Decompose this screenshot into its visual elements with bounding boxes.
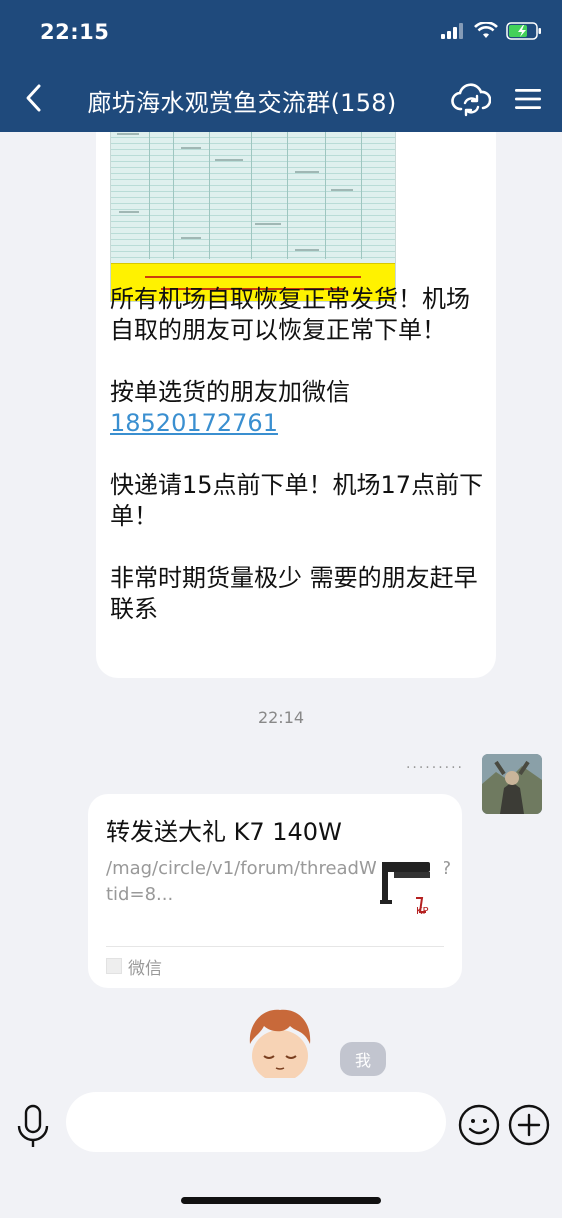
wechat-source-icon xyxy=(106,958,122,974)
link-card-title: 转发送大礼 K7 140W xyxy=(106,818,342,846)
phone-number-link[interactable]: 18520172761 xyxy=(110,409,278,437)
message-paragraph: 所有机场自取恢复正常发货！机场自取的朋友可以恢复正常下单！ xyxy=(110,285,470,344)
link-card-description: /mag/circle/v1/forum/threadWapPage?tid=8… xyxy=(106,858,452,905)
avatar[interactable] xyxy=(482,754,542,814)
incoming-message-text: 所有机场自取恢复正常发货！机场自取的朋友可以恢复正常下单！ 按单选货的朋友加微信… xyxy=(110,284,490,656)
hamburger-menu-icon xyxy=(515,89,541,109)
voice-input-button[interactable] xyxy=(14,1104,52,1150)
message-timestamp: 22:14 xyxy=(257,708,305,727)
home-indicator xyxy=(181,1197,381,1204)
cartoon-boy-sticker xyxy=(249,1009,311,1078)
sender-name: ········· xyxy=(405,760,464,776)
wifi-icon xyxy=(474,22,498,38)
chevron-left-icon xyxy=(26,84,41,112)
sticker-avatar[interactable] xyxy=(240,1004,320,1078)
menu-button[interactable] xyxy=(510,80,546,118)
link-card-divider xyxy=(106,946,444,947)
nav-bar: 廊坊海水观赏鱼交流群(158) xyxy=(0,66,562,132)
status-icons xyxy=(440,22,542,40)
message-line: 按单选货的朋友加微信 xyxy=(110,378,350,406)
link-card-thumbnail: KP xyxy=(376,856,444,928)
chat-title-name: 廊坊海水观赏鱼交流群 xyxy=(87,89,331,117)
microphone-icon xyxy=(17,1104,49,1147)
incoming-message-bubble[interactable]: 所有机场自取恢复正常发货！机场自取的朋友可以恢复正常下单！ 按单选货的朋友加微信… xyxy=(96,132,496,678)
product-lamp-image: KP xyxy=(380,862,430,917)
message-paragraph: 按单选货的朋友加微信 18520172761 xyxy=(110,377,490,439)
input-bar xyxy=(0,1078,562,1218)
cloud-sync-button[interactable] xyxy=(450,80,492,120)
emoji-button[interactable] xyxy=(458,1104,500,1146)
plus-circle-icon xyxy=(508,1104,550,1146)
chat-area[interactable]: 所有机场自取恢复正常发货！机场自取的朋友可以恢复正常下单！ 按单选货的朋友加微信… xyxy=(0,132,562,1078)
shipping-table-image[interactable] xyxy=(110,132,396,302)
status-time: 22:15 xyxy=(40,20,110,44)
signal-icon xyxy=(441,23,463,39)
more-actions-button[interactable] xyxy=(508,1104,550,1146)
avatar-image xyxy=(482,754,542,814)
battery-icon xyxy=(506,22,541,40)
cloud-sync-icon xyxy=(451,83,491,117)
chat-title: 廊坊海水观赏鱼交流群(158) xyxy=(62,83,422,118)
chat-title-count: (158) xyxy=(330,89,397,117)
back-button[interactable] xyxy=(16,80,52,116)
message-paragraph: 快递请15点前下单！机场17点前下单！ xyxy=(110,471,484,530)
status-bar: 22:15 xyxy=(0,0,562,66)
message-paragraph: 非常时期货量极少 需要的朋友赶早联系 xyxy=(110,564,478,623)
shared-link-card[interactable]: 转发送大礼 K7 140W /mag/circle/v1/forum/threa… xyxy=(88,794,462,988)
me-tag: 我 xyxy=(340,1042,386,1076)
svg-text:KP: KP xyxy=(416,906,429,917)
link-card-source: 微信 xyxy=(128,959,162,979)
message-input[interactable] xyxy=(66,1092,446,1152)
smiley-icon xyxy=(458,1104,500,1146)
